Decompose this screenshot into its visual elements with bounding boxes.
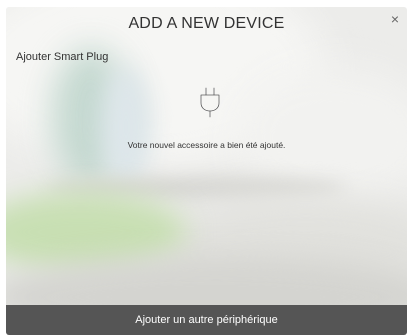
dialog-subtitle: Ajouter Smart Plug bbox=[16, 51, 109, 63]
add-another-device-button[interactable]: Ajouter un autre périphérique bbox=[6, 305, 407, 335]
add-device-dialog: ADD A NEW DEVICE × Ajouter Smart Plug Vo… bbox=[6, 7, 407, 335]
close-button[interactable]: × bbox=[388, 12, 402, 26]
success-message: Votre nouvel accessoire a bien été ajout… bbox=[127, 140, 286, 150]
plug-icon bbox=[200, 87, 220, 118]
dialog-header: ADD A NEW DEVICE × bbox=[6, 7, 407, 37]
dialog-title: ADD A NEW DEVICE bbox=[128, 15, 285, 32]
